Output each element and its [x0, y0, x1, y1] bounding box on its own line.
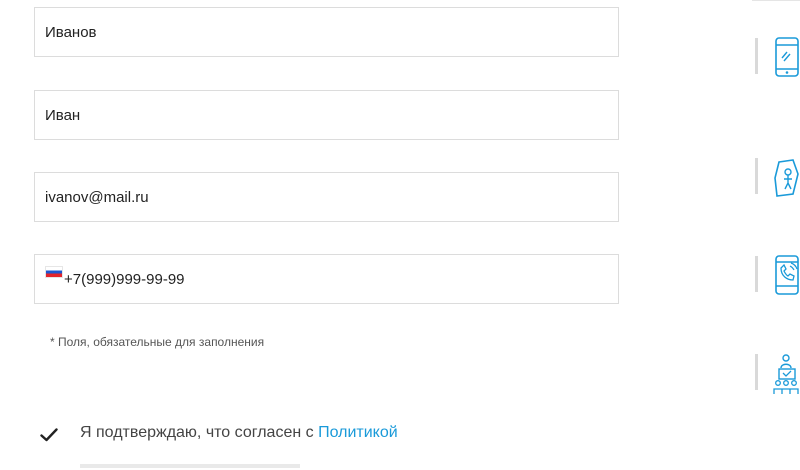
delivery-person-icon	[774, 159, 799, 197]
required-fields-note: * Поля, обязательные для заполнения	[50, 335, 265, 349]
sidebar-item-phone[interactable]	[755, 32, 800, 82]
mobile-payment-icon	[775, 255, 799, 295]
consent-checkbox[interactable]	[36, 422, 62, 448]
russia-flag-icon[interactable]	[45, 266, 63, 278]
phone-icon	[775, 37, 799, 77]
people-group-icon	[773, 354, 799, 394]
sidebar-item-bar	[755, 256, 758, 292]
email-value: ivanov@mail.ru	[45, 188, 149, 206]
phone-field[interactable]: +7(999)999-99-99	[34, 254, 619, 304]
phone-value: +7(999)999-99-99	[64, 270, 185, 288]
sidebar-item-delivery[interactable]	[755, 152, 800, 202]
first-name-value: Иван	[45, 106, 81, 124]
last-name-value: Иванов	[45, 23, 97, 41]
first-name-field[interactable]: Иван	[34, 90, 619, 140]
last-name-field[interactable]: Иванов	[34, 7, 619, 57]
sidebar-top-divider	[752, 0, 800, 4]
policy-link[interactable]: Политикой	[318, 424, 398, 441]
sidebar-item-group[interactable]	[755, 348, 800, 398]
sidebar-item-bar	[755, 354, 758, 390]
email-field[interactable]: ivanov@mail.ru	[34, 172, 619, 222]
sidebar-item-mobile-payment[interactable]	[755, 250, 800, 300]
consent-text-line: Я подтверждаю, что согласен с Политикой	[80, 424, 398, 442]
consent-text: Я подтверждаю, что согласен с	[80, 424, 319, 441]
sidebar-item-bar	[755, 158, 758, 194]
sidebar-item-bar	[755, 38, 758, 74]
checkmark-icon	[40, 428, 58, 442]
